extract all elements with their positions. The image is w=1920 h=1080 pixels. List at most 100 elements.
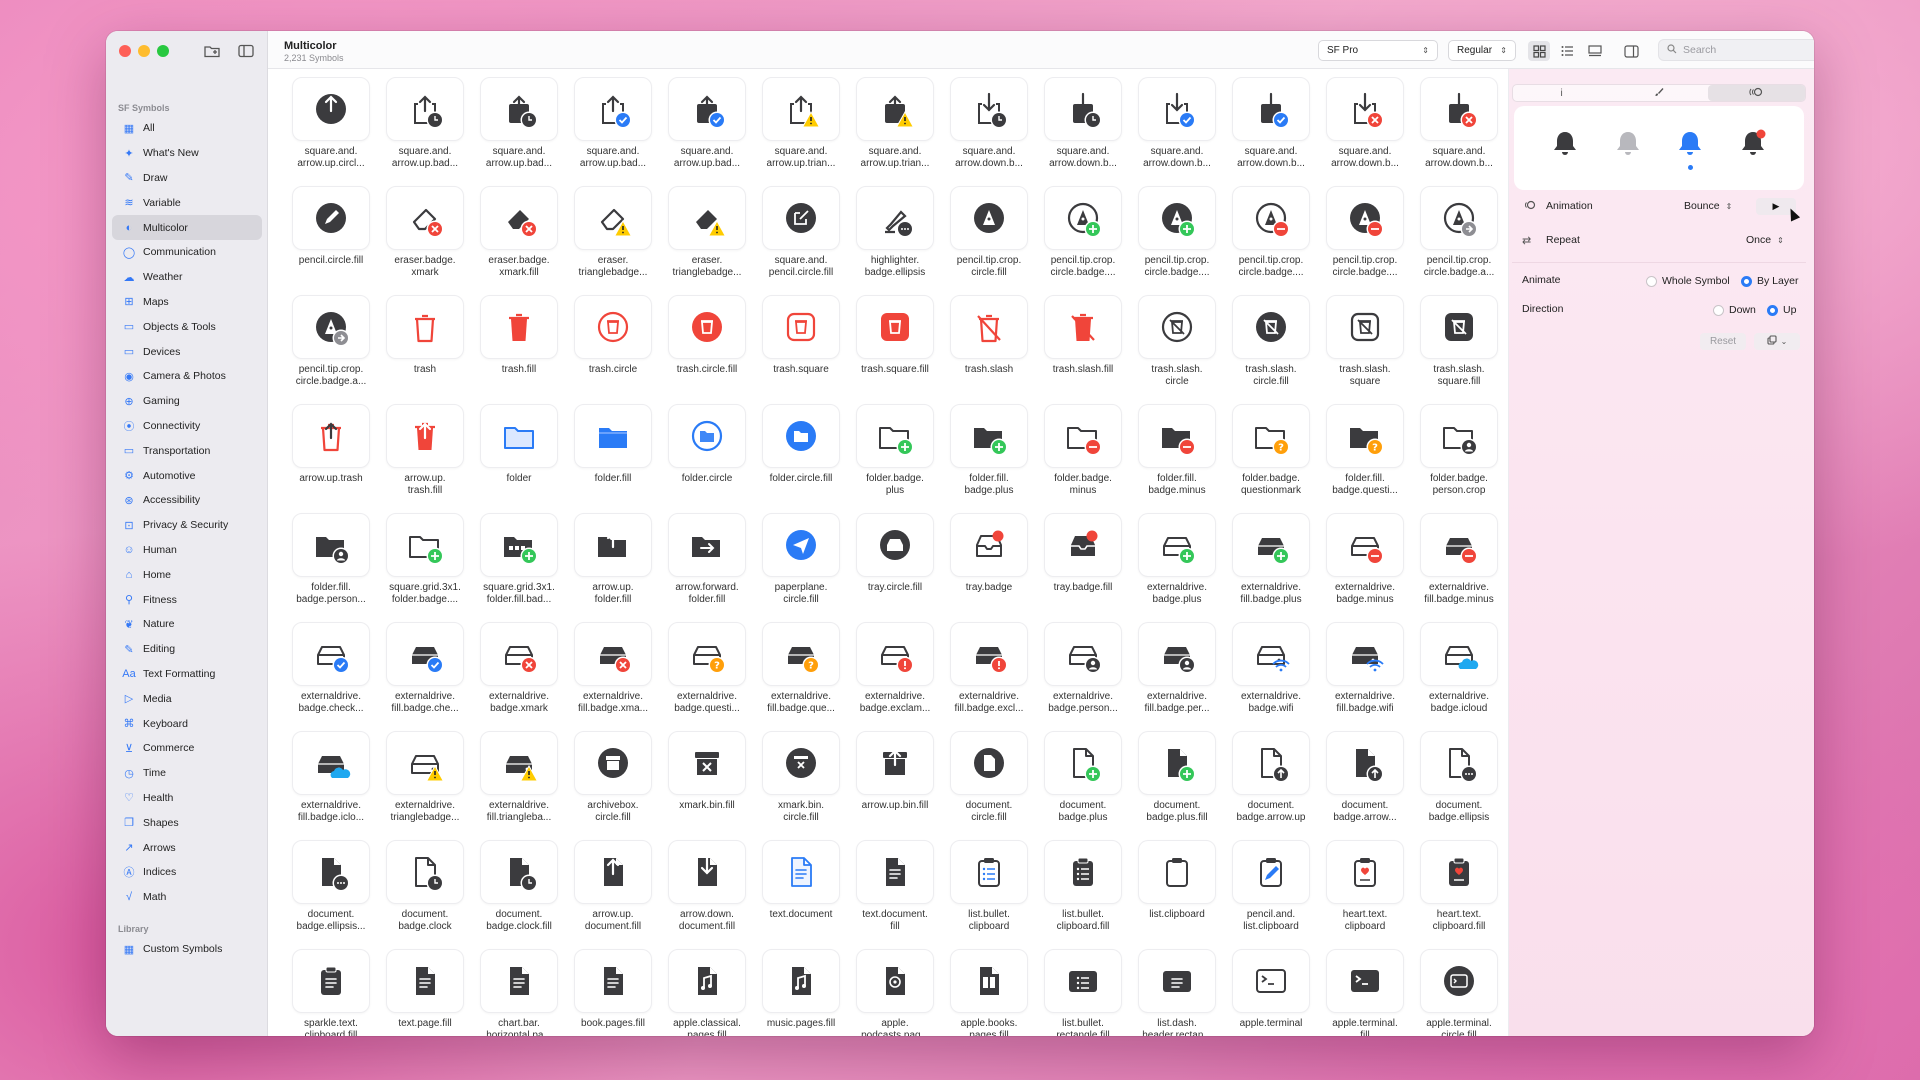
- symbol-cell[interactable]: arrow.down. document.fill: [660, 840, 754, 949]
- symbol-cell[interactable]: externaldrive. badge.check...: [284, 622, 378, 731]
- symbol-cell[interactable]: trash: [378, 295, 472, 404]
- symbol-tile[interactable]: [950, 949, 1028, 1013]
- symbol-tile[interactable]: [856, 840, 934, 904]
- symbol-tile[interactable]: ?: [668, 622, 746, 686]
- sidebar-item-variable[interactable]: ≋ Variable: [112, 190, 262, 215]
- symbol-cell[interactable]: folder.fill. badge.plus: [942, 404, 1036, 513]
- symbol-tile[interactable]: [1420, 949, 1498, 1013]
- symbol-cell[interactable]: square.and. arrow.up.circl...: [284, 77, 378, 186]
- symbol-cell[interactable]: arrow.forward. folder.fill: [660, 513, 754, 622]
- symbol-cell[interactable]: folder.badge. minus: [1036, 404, 1130, 513]
- symbol-cell[interactable]: ? folder.fill. badge.questi...: [1318, 404, 1412, 513]
- symbol-tile[interactable]: [762, 404, 840, 468]
- symbol-tile[interactable]: ?: [1232, 404, 1310, 468]
- symbol-cell[interactable]: pencil.tip.crop. circle.badge....: [1224, 186, 1318, 295]
- symbol-tile[interactable]: [762, 731, 840, 795]
- symbol-cell[interactable]: list.bullet. clipboard.fill: [1036, 840, 1130, 949]
- symbol-tile[interactable]: [950, 622, 1028, 686]
- symbol-cell[interactable]: apple. podcasts.pag...: [848, 949, 942, 1036]
- symbol-tile[interactable]: [1232, 949, 1310, 1013]
- sidebar-item-camera-photos[interactable]: ◉ Camera & Photos: [112, 364, 262, 389]
- symbol-tile[interactable]: [292, 295, 370, 359]
- symbol-cell[interactable]: trash.square: [754, 295, 848, 404]
- symbol-cell[interactable]: trash.fill: [472, 295, 566, 404]
- sidebar-item-gaming[interactable]: ⊕ Gaming: [112, 389, 262, 414]
- symbol-cell[interactable]: externaldrive. badge.exclam...: [848, 622, 942, 731]
- symbol-cell[interactable]: pencil.circle.fill: [284, 186, 378, 295]
- symbol-tile[interactable]: [668, 731, 746, 795]
- symbol-cell[interactable]: book.pages.fill: [566, 949, 660, 1036]
- symbol-tile[interactable]: [480, 295, 558, 359]
- sidebar-item-custom-symbols[interactable]: ▦ Custom Symbols: [112, 937, 262, 962]
- symbol-cell[interactable]: ? folder.badge. questionmark: [1224, 404, 1318, 513]
- symbol-tile[interactable]: [1044, 622, 1122, 686]
- symbol-tile[interactable]: [1420, 731, 1498, 795]
- symbol-tile[interactable]: [1232, 622, 1310, 686]
- symbol-tile[interactable]: [762, 513, 840, 577]
- sidebar-toggle-icon[interactable]: [236, 41, 256, 61]
- symbol-cell[interactable]: chart.bar. horizontal.pa...: [472, 949, 566, 1036]
- symbol-cell[interactable]: folder.fill: [566, 404, 660, 513]
- symbol-cell[interactable]: text.page.fill: [378, 949, 472, 1036]
- symbol-tile[interactable]: [480, 77, 558, 141]
- gallery-view-icon[interactable]: [1584, 41, 1606, 61]
- symbol-cell[interactable]: square.and. arrow.up.bad...: [660, 77, 754, 186]
- symbol-cell[interactable]: square.grid.3x1. folder.fill.bad...: [472, 513, 566, 622]
- symbol-tile[interactable]: [1232, 840, 1310, 904]
- symbol-cell[interactable]: eraser. trianglebadge...: [566, 186, 660, 295]
- symbol-tile[interactable]: [292, 513, 370, 577]
- symbol-tile[interactable]: [1138, 295, 1216, 359]
- symbol-cell[interactable]: folder.badge. person.crop: [1412, 404, 1506, 513]
- symbol-tile[interactable]: [1138, 404, 1216, 468]
- reset-button[interactable]: Reset: [1700, 333, 1746, 350]
- symbol-cell[interactable]: externaldrive. badge.wifi: [1224, 622, 1318, 731]
- symbol-cell[interactable]: music.pages.fill: [754, 949, 848, 1036]
- symbol-cell[interactable]: eraser.badge. xmark.fill: [472, 186, 566, 295]
- symbol-tile[interactable]: [668, 513, 746, 577]
- symbol-tile[interactable]: [386, 77, 464, 141]
- symbol-cell[interactable]: list.clipboard: [1130, 840, 1224, 949]
- symbol-cell[interactable]: externaldrive. fill.badge.plus: [1224, 513, 1318, 622]
- font-select[interactable]: SF Pro ⇕: [1318, 40, 1438, 61]
- symbol-cell[interactable]: square.and. arrow.up.bad...: [566, 77, 660, 186]
- symbol-cell[interactable]: pencil.tip.crop. circle.badge.a...: [284, 295, 378, 404]
- symbol-tile[interactable]: [1326, 513, 1404, 577]
- symbol-tile[interactable]: [1420, 840, 1498, 904]
- symbol-cell[interactable]: apple.terminal. circle.fill: [1412, 949, 1506, 1036]
- symbol-tile[interactable]: [762, 186, 840, 250]
- symbol-cell[interactable]: apple.books. pages.fill: [942, 949, 1036, 1036]
- symbol-tile[interactable]: [480, 731, 558, 795]
- symbol-cell[interactable]: tray.badge.fill: [1036, 513, 1130, 622]
- symbol-cell[interactable]: eraser.badge. xmark: [378, 186, 472, 295]
- symbol-cell[interactable]: externaldrive. badge.person...: [1036, 622, 1130, 731]
- symbol-cell[interactable]: list.bullet. clipboard: [942, 840, 1036, 949]
- symbol-cell[interactable]: document. badge.ellipsis...: [284, 840, 378, 949]
- symbol-cell[interactable]: externaldrive. fill.badge.che...: [378, 622, 472, 731]
- symbol-tile[interactable]: [480, 404, 558, 468]
- symbol-cell[interactable]: arrow.up. document.fill: [566, 840, 660, 949]
- inspector-toggle-icon[interactable]: [1620, 41, 1642, 61]
- sidebar-item-maps[interactable]: ⊞ Maps: [112, 290, 262, 315]
- symbol-cell[interactable]: square.and. arrow.down.b...: [1130, 77, 1224, 186]
- symbol-tile[interactable]: [762, 295, 840, 359]
- symbol-tile[interactable]: [1420, 186, 1498, 250]
- symbol-cell[interactable]: xmark.bin.fill: [660, 731, 754, 840]
- symbol-cell[interactable]: document. badge.arrow...: [1318, 731, 1412, 840]
- symbol-tile[interactable]: [574, 77, 652, 141]
- symbol-cell[interactable]: pencil.tip.crop. circle.badge....: [1036, 186, 1130, 295]
- symbol-tile[interactable]: [668, 295, 746, 359]
- sidebar-item-commerce[interactable]: ⊻ Commerce: [112, 736, 262, 761]
- symbol-cell[interactable]: folder.circle.fill: [754, 404, 848, 513]
- symbol-tile[interactable]: [1044, 513, 1122, 577]
- symbol-tile[interactable]: [386, 404, 464, 468]
- symbol-tile[interactable]: [1138, 513, 1216, 577]
- symbol-tile[interactable]: [950, 77, 1028, 141]
- symbol-cell[interactable]: folder: [472, 404, 566, 513]
- symbol-cell[interactable]: externaldrive. fill.badge.iclo...: [284, 731, 378, 840]
- symbol-cell[interactable]: externaldrive. badge.minus: [1318, 513, 1412, 622]
- symbol-tile[interactable]: [668, 77, 746, 141]
- symbol-tile[interactable]: [1138, 949, 1216, 1013]
- symbol-tile[interactable]: [386, 295, 464, 359]
- symbol-cell[interactable]: trash.slash.fill: [1036, 295, 1130, 404]
- symbol-cell[interactable]: document. badge.plus: [1036, 731, 1130, 840]
